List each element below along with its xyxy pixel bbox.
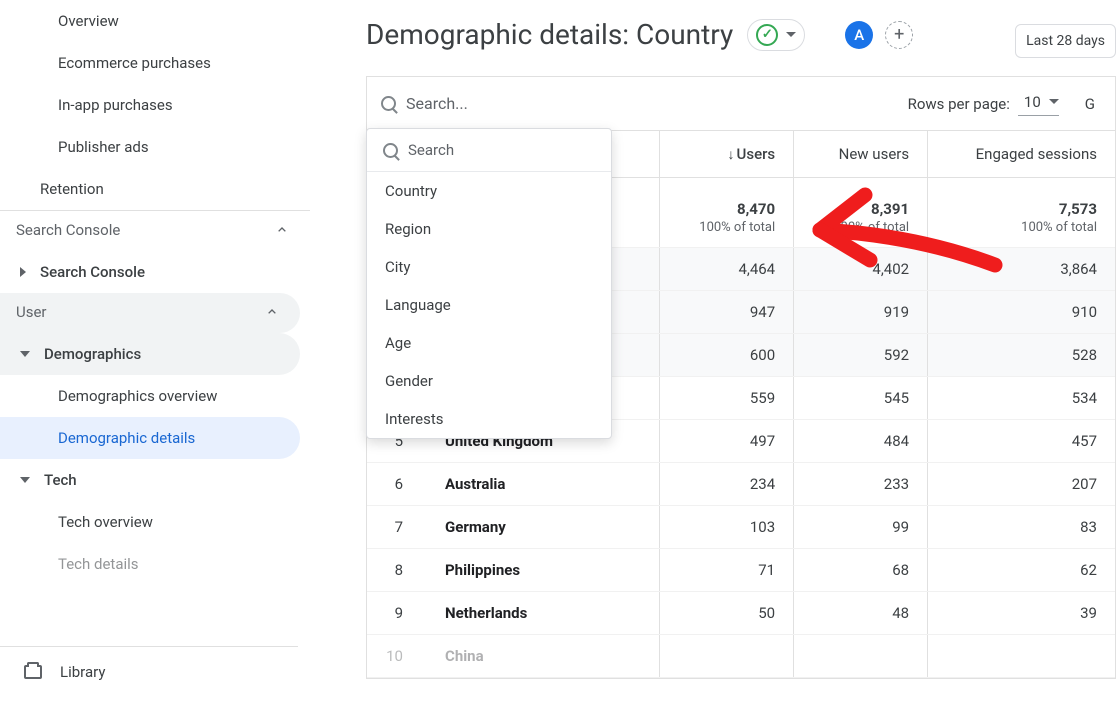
table-row[interactable]: 10China [367,635,1115,678]
sidebar: Overview Ecommerce purchases In-app purc… [0,0,310,717]
table-row[interactable]: 7Germany1039983 [367,506,1115,549]
dropdown-search-placeholder: Search [408,141,454,159]
rows-per-page-label: Rows per page: [908,95,1010,113]
chevron-up-icon [264,304,280,320]
column-header-new-users[interactable]: New users [794,131,928,178]
dropdown-item-gender[interactable]: Gender [367,362,611,400]
add-comparison-button[interactable]: + [885,21,913,49]
dropdown-item-language[interactable]: Language [367,286,611,324]
sidebar-item-tech-details[interactable]: Tech details [0,543,300,585]
sidebar-item-overview[interactable]: Overview [0,0,300,42]
table-row[interactable]: 9Netherlands504839 [367,592,1115,635]
sidebar-section-user[interactable]: User [0,293,300,333]
caret-down-icon [1049,99,1059,104]
sidebar-item-demographics-overview[interactable]: Demographics overview [0,375,300,417]
rows-per-page-select[interactable]: 10 [1018,91,1059,116]
sidebar-item-ecommerce[interactable]: Ecommerce purchases [0,42,300,84]
sort-down-icon: ↓ [728,147,735,163]
check-circle-icon: ✓ [756,24,778,46]
sidebar-item-retention[interactable]: Retention [0,168,300,210]
page-title: Demographic details: Country [366,18,733,51]
table-row[interactable]: 6Australia234233207 [367,463,1115,506]
table-search[interactable]: Search... [381,94,908,113]
caret-down-icon [786,32,796,37]
sidebar-item-library[interactable]: Library [0,646,298,697]
dropdown-item-age[interactable]: Age [367,324,611,362]
chevron-up-icon [274,222,290,238]
go-to-label: G [1085,95,1095,113]
rows-per-page: Rows per page: 10 G [908,91,1095,116]
dropdown-item-interests[interactable]: Interests [367,400,611,438]
sidebar-item-label: Search Console [40,263,145,281]
table-toolbar: Search... Rows per page: 10 G [367,77,1115,131]
status-dropdown[interactable]: ✓ [747,19,805,51]
dropdown-item-country[interactable]: Country [367,172,611,210]
dropdown-item-region[interactable]: Region [367,210,611,248]
search-placeholder: Search... [406,94,468,113]
sidebar-item-demographics[interactable]: Demographics [0,333,300,375]
sidebar-section-label: User [16,303,47,321]
column-header-users[interactable]: ↓Users [660,131,794,178]
dropdown-item-city[interactable]: City [367,248,611,286]
sidebar-section-label: Search Console [16,221,120,239]
sidebar-item-demographic-details[interactable]: Demographic details [0,417,300,459]
sidebar-item-tech-overview[interactable]: Tech overview [0,501,300,543]
main-content: Demographic details: Country ✓ A + Last … [310,0,1116,717]
sidebar-item-inapp[interactable]: In-app purchases [0,84,300,126]
column-header-engaged[interactable]: Engaged sessions [928,131,1115,178]
dimension-dropdown: Search Country Region City Language Age … [366,128,612,439]
table-row[interactable]: 8Philippines716862 [367,549,1115,592]
avatar[interactable]: A [845,21,873,49]
sidebar-item-label: Library [60,663,105,681]
sidebar-item-label: Demographics [44,345,141,363]
dropdown-search[interactable]: Search [367,129,611,172]
triangle-right-icon [20,267,26,277]
sidebar-section-search-console[interactable]: Search Console [0,210,310,251]
triangle-down-icon [20,351,30,357]
date-range-selector[interactable]: Last 28 days [1015,24,1116,58]
search-icon [381,96,396,111]
triangle-down-icon [20,477,30,483]
sidebar-item-search-console[interactable]: Search Console [0,251,300,293]
search-icon [383,143,398,158]
report-header: Demographic details: Country ✓ A + Last … [310,0,1116,77]
sidebar-item-tech[interactable]: Tech [0,459,300,501]
sidebar-item-publisher[interactable]: Publisher ads [0,126,300,168]
sidebar-item-label: Tech [44,471,77,489]
library-icon [24,665,42,679]
